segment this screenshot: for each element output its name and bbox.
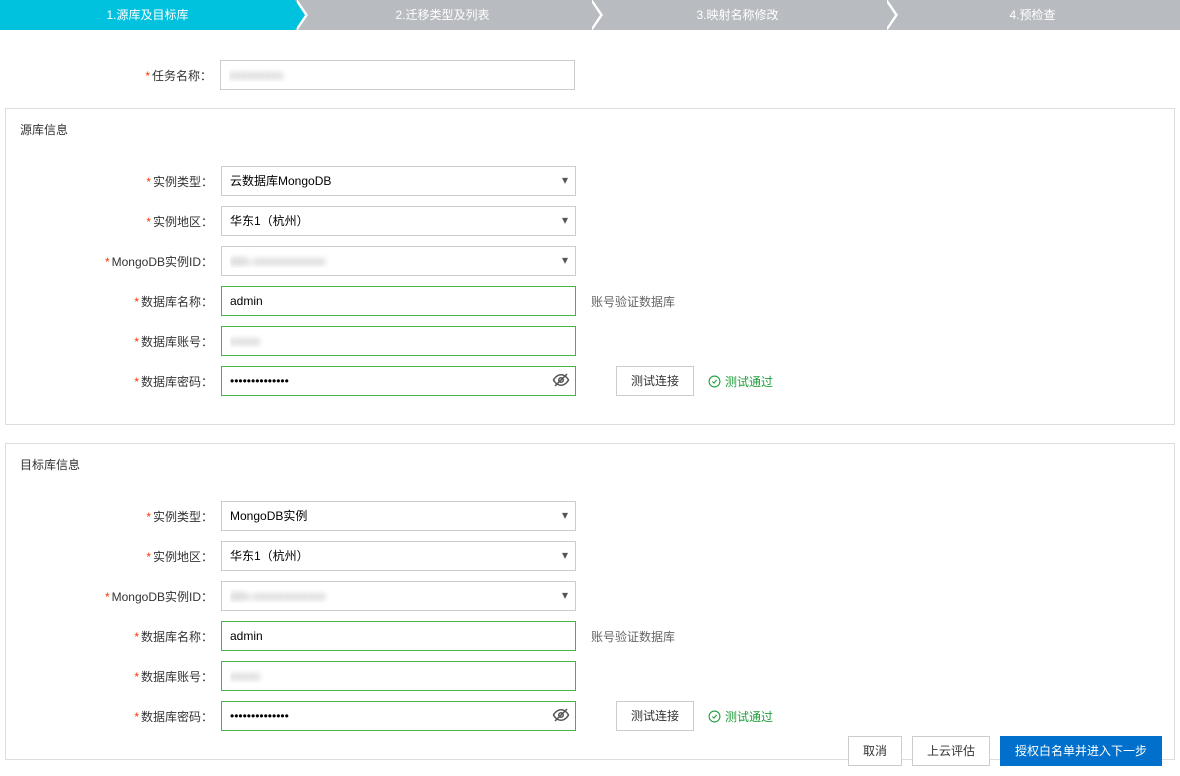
eye-icon[interactable] bbox=[552, 371, 570, 392]
src-region-label: *实例地区： bbox=[6, 213, 221, 230]
authorize-next-button[interactable]: 授权白名单并进入下一步 bbox=[1000, 736, 1162, 766]
step-1-label: 1.源库及目标库 bbox=[106, 8, 188, 22]
eye-icon[interactable] bbox=[552, 706, 570, 727]
src-test-result: 测试通过 bbox=[708, 373, 773, 390]
src-password-input[interactable] bbox=[221, 366, 576, 396]
tgt-password-label: *数据库密码： bbox=[6, 708, 221, 725]
cancel-button[interactable]: 取消 bbox=[848, 736, 902, 766]
tgt-account-label: *数据库账号： bbox=[6, 668, 221, 685]
cloud-evaluate-button[interactable]: 上云评估 bbox=[912, 736, 990, 766]
src-password-label: *数据库密码： bbox=[6, 373, 221, 390]
tgt-instance-type-select[interactable]: MongoDB实例 bbox=[221, 501, 576, 531]
check-circle-icon bbox=[708, 710, 721, 723]
tgt-test-result: 测试通过 bbox=[708, 708, 773, 725]
src-instance-id-select[interactable]: dds-xxxxxxxxxxxx bbox=[221, 246, 576, 276]
src-account-label: *数据库账号： bbox=[6, 333, 221, 350]
step-3-label: 3.映射名称修改 bbox=[696, 8, 778, 22]
tgt-instance-id-label: *MongoDB实例ID： bbox=[6, 588, 221, 605]
src-instance-type-label: *实例类型： bbox=[6, 173, 221, 190]
step-2[interactable]: 2.迁移类型及列表 bbox=[295, 0, 590, 30]
step-bar: 1.源库及目标库 2.迁移类型及列表 3.映射名称修改 4.预检查 bbox=[0, 0, 1180, 30]
step-4[interactable]: 4.预检查 bbox=[885, 0, 1180, 30]
src-dbname-input[interactable] bbox=[221, 286, 576, 316]
tgt-password-input[interactable] bbox=[221, 701, 576, 731]
tgt-instance-type-label: *实例类型： bbox=[6, 508, 221, 525]
target-panel-title: 目标库信息 bbox=[6, 444, 1174, 485]
src-region-select[interactable]: 华东1（杭州） bbox=[221, 206, 576, 236]
tgt-test-connection-button[interactable]: 测试连接 bbox=[616, 701, 694, 731]
src-dbname-hint: 账号验证数据库 bbox=[591, 293, 675, 310]
tgt-region-label: *实例地区： bbox=[6, 548, 221, 565]
src-instance-type-select[interactable]: 云数据库MongoDB bbox=[221, 166, 576, 196]
task-name-input[interactable] bbox=[220, 60, 575, 90]
step-4-label: 4.预检查 bbox=[1009, 8, 1055, 22]
tgt-dbname-input[interactable] bbox=[221, 621, 576, 651]
src-test-connection-button[interactable]: 测试连接 bbox=[616, 366, 694, 396]
tgt-account-input[interactable] bbox=[221, 661, 576, 691]
step-2-label: 2.迁移类型及列表 bbox=[395, 8, 489, 22]
check-circle-icon bbox=[708, 375, 721, 388]
src-dbname-label: *数据库名称： bbox=[6, 293, 221, 310]
step-3[interactable]: 3.映射名称修改 bbox=[590, 0, 885, 30]
src-account-input[interactable] bbox=[221, 326, 576, 356]
tgt-region-select[interactable]: 华东1（杭州） bbox=[221, 541, 576, 571]
task-name-label: *任务名称： bbox=[5, 67, 220, 84]
step-1[interactable]: 1.源库及目标库 bbox=[0, 0, 295, 30]
tgt-dbname-hint: 账号验证数据库 bbox=[591, 628, 675, 645]
source-panel: 源库信息 *实例类型： 云数据库MongoDB *实例地区： 华东1（杭州） *… bbox=[5, 108, 1175, 425]
footer-actions: 取消 上云评估 授权白名单并进入下一步 bbox=[848, 736, 1162, 766]
source-panel-title: 源库信息 bbox=[6, 109, 1174, 150]
tgt-dbname-label: *数据库名称： bbox=[6, 628, 221, 645]
tgt-instance-id-select[interactable]: dds-xxxxxxxxxxxx bbox=[221, 581, 576, 611]
target-panel: 目标库信息 *实例类型： MongoDB实例 *实例地区： 华东1（杭州） *M… bbox=[5, 443, 1175, 760]
src-instance-id-label: *MongoDB实例ID： bbox=[6, 253, 221, 270]
